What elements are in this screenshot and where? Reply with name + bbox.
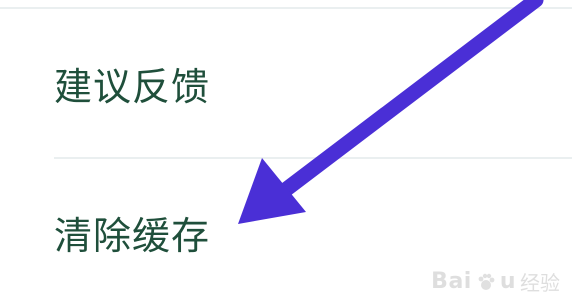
settings-screen: 建议反馈 清除缓存 Bai u 经验	[0, 0, 572, 304]
paw-icon	[476, 272, 496, 292]
watermark-sub-text: 经验	[520, 271, 560, 295]
watermark-logo-text: Bai	[431, 269, 472, 294]
watermark-logo-text-2: u	[499, 269, 516, 294]
settings-item-feedback[interactable]: 建议反馈	[0, 9, 572, 157]
watermark: Bai u 经验	[431, 267, 560, 296]
settings-item-feedback-label: 建议反馈	[54, 65, 211, 109]
settings-item-clear-cache-label: 清除缓存	[54, 214, 211, 258]
